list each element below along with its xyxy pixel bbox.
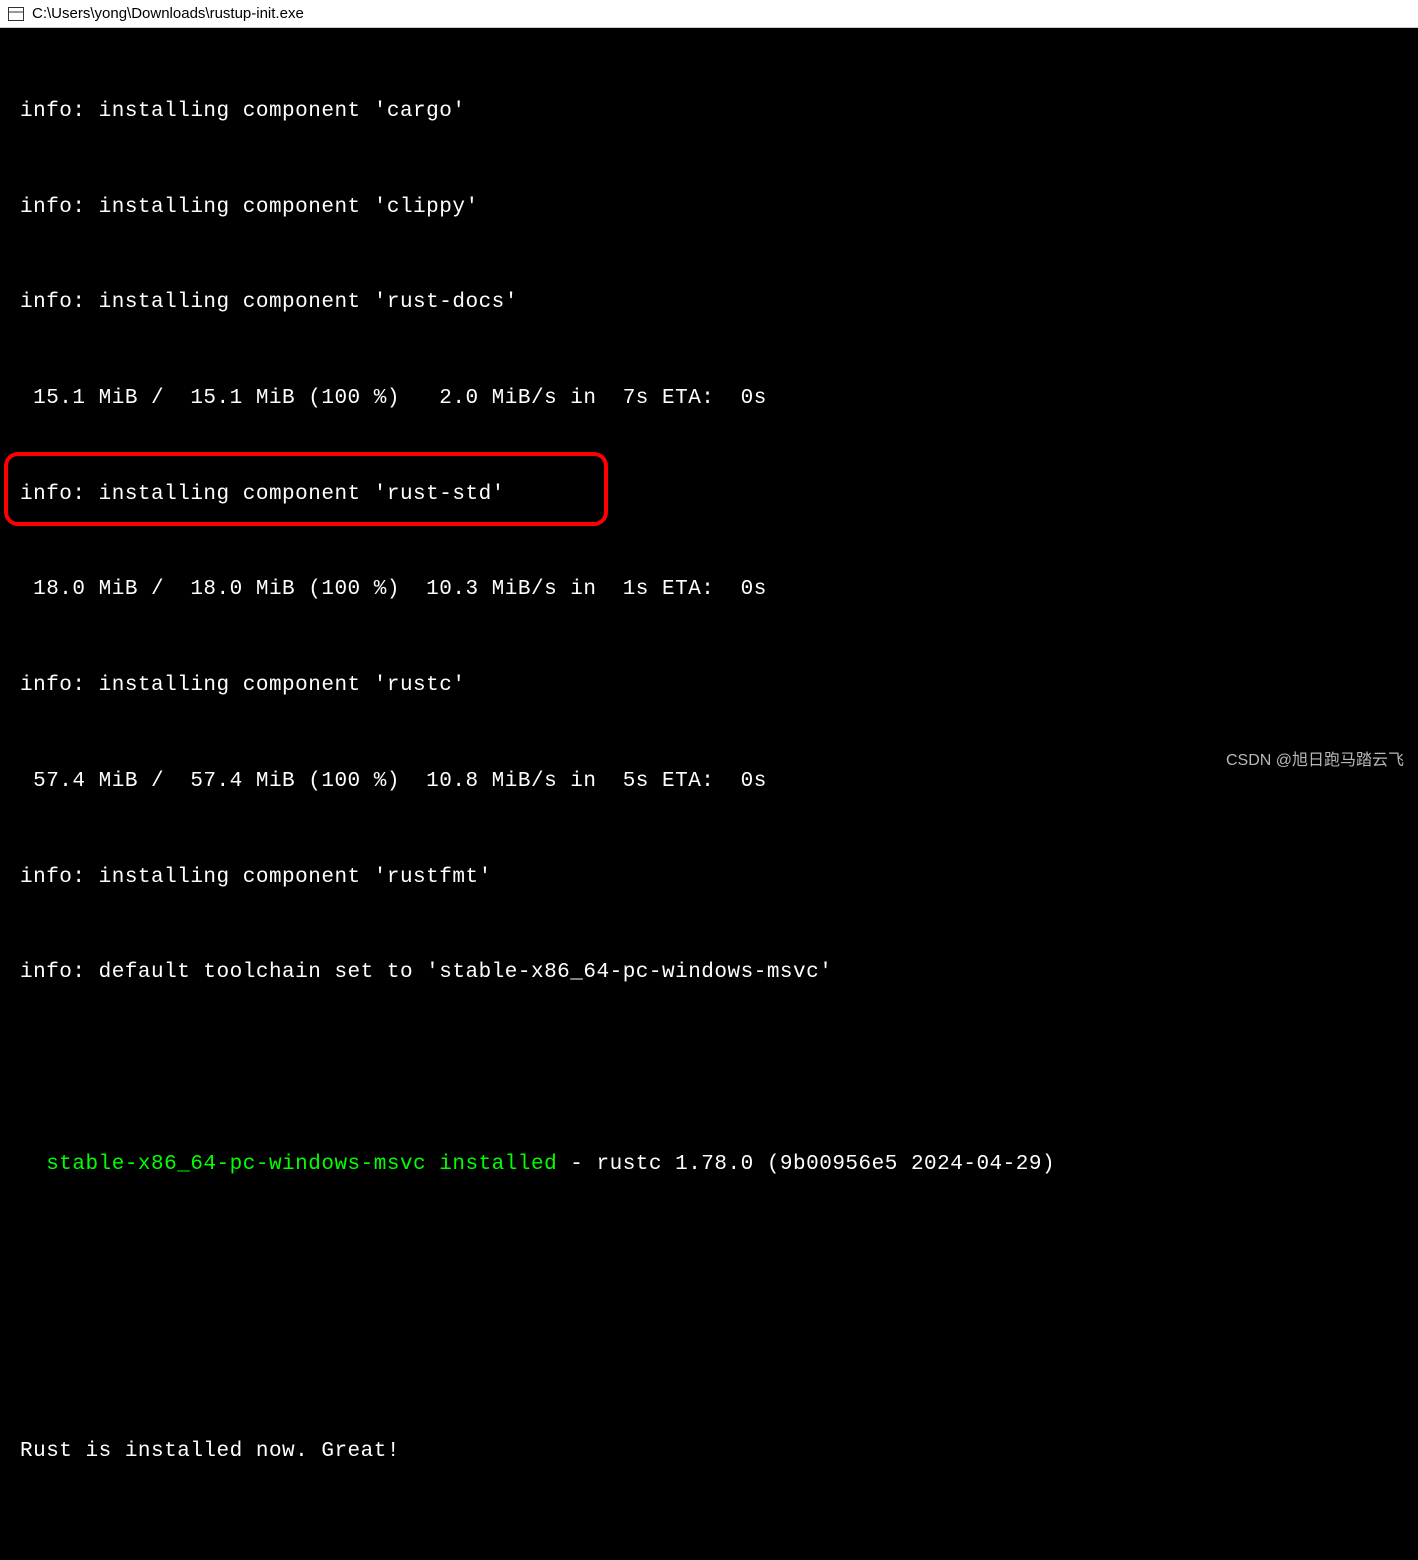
output-line: info: default toolchain set to 'stable-x…: [20, 957, 1398, 989]
output-line: 57.4 MiB / 57.4 MiB (100 %) 10.8 MiB/s i…: [20, 766, 1398, 798]
blank-line: [20, 1340, 1398, 1372]
output-line: info: installing component 'rust-std': [20, 479, 1398, 511]
output-line: 18.0 MiB / 18.0 MiB (100 %) 10.3 MiB/s i…: [20, 574, 1398, 606]
rustc-version: - rustc 1.78.0 (9b00956e5 2024-04-29): [557, 1153, 1055, 1176]
terminal-output[interactable]: info: installing component 'cargo' info:…: [0, 28, 1418, 1560]
output-line: info: installing component 'clippy': [20, 192, 1398, 224]
watermark-text: CSDN @旭日跑马踏云飞: [1226, 746, 1404, 770]
window-titlebar: C:\Users\yong\Downloads\rustup-init.exe: [0, 0, 1418, 28]
output-line: info: installing component 'rustfmt': [20, 862, 1398, 894]
blank-line: [20, 1532, 1398, 1560]
output-line-toolchain: stable-x86_64-pc-windows-msvc installed …: [20, 1149, 1398, 1181]
blank-line: [20, 1245, 1398, 1277]
output-line: info: installing component 'rustc': [20, 670, 1398, 702]
app-icon: [8, 6, 24, 22]
window-title-path: C:\Users\yong\Downloads\rustup-init.exe: [32, 5, 304, 22]
output-line: info: installing component 'rust-docs': [20, 287, 1398, 319]
rust-installed-message: Rust is installed now. Great!: [20, 1436, 1398, 1468]
toolchain-installed-label: stable-x86_64-pc-windows-msvc installed: [20, 1153, 557, 1176]
output-line: info: installing component 'cargo': [20, 96, 1398, 128]
output-line: 15.1 MiB / 15.1 MiB (100 %) 2.0 MiB/s in…: [20, 383, 1398, 415]
blank-line: [20, 1053, 1398, 1085]
